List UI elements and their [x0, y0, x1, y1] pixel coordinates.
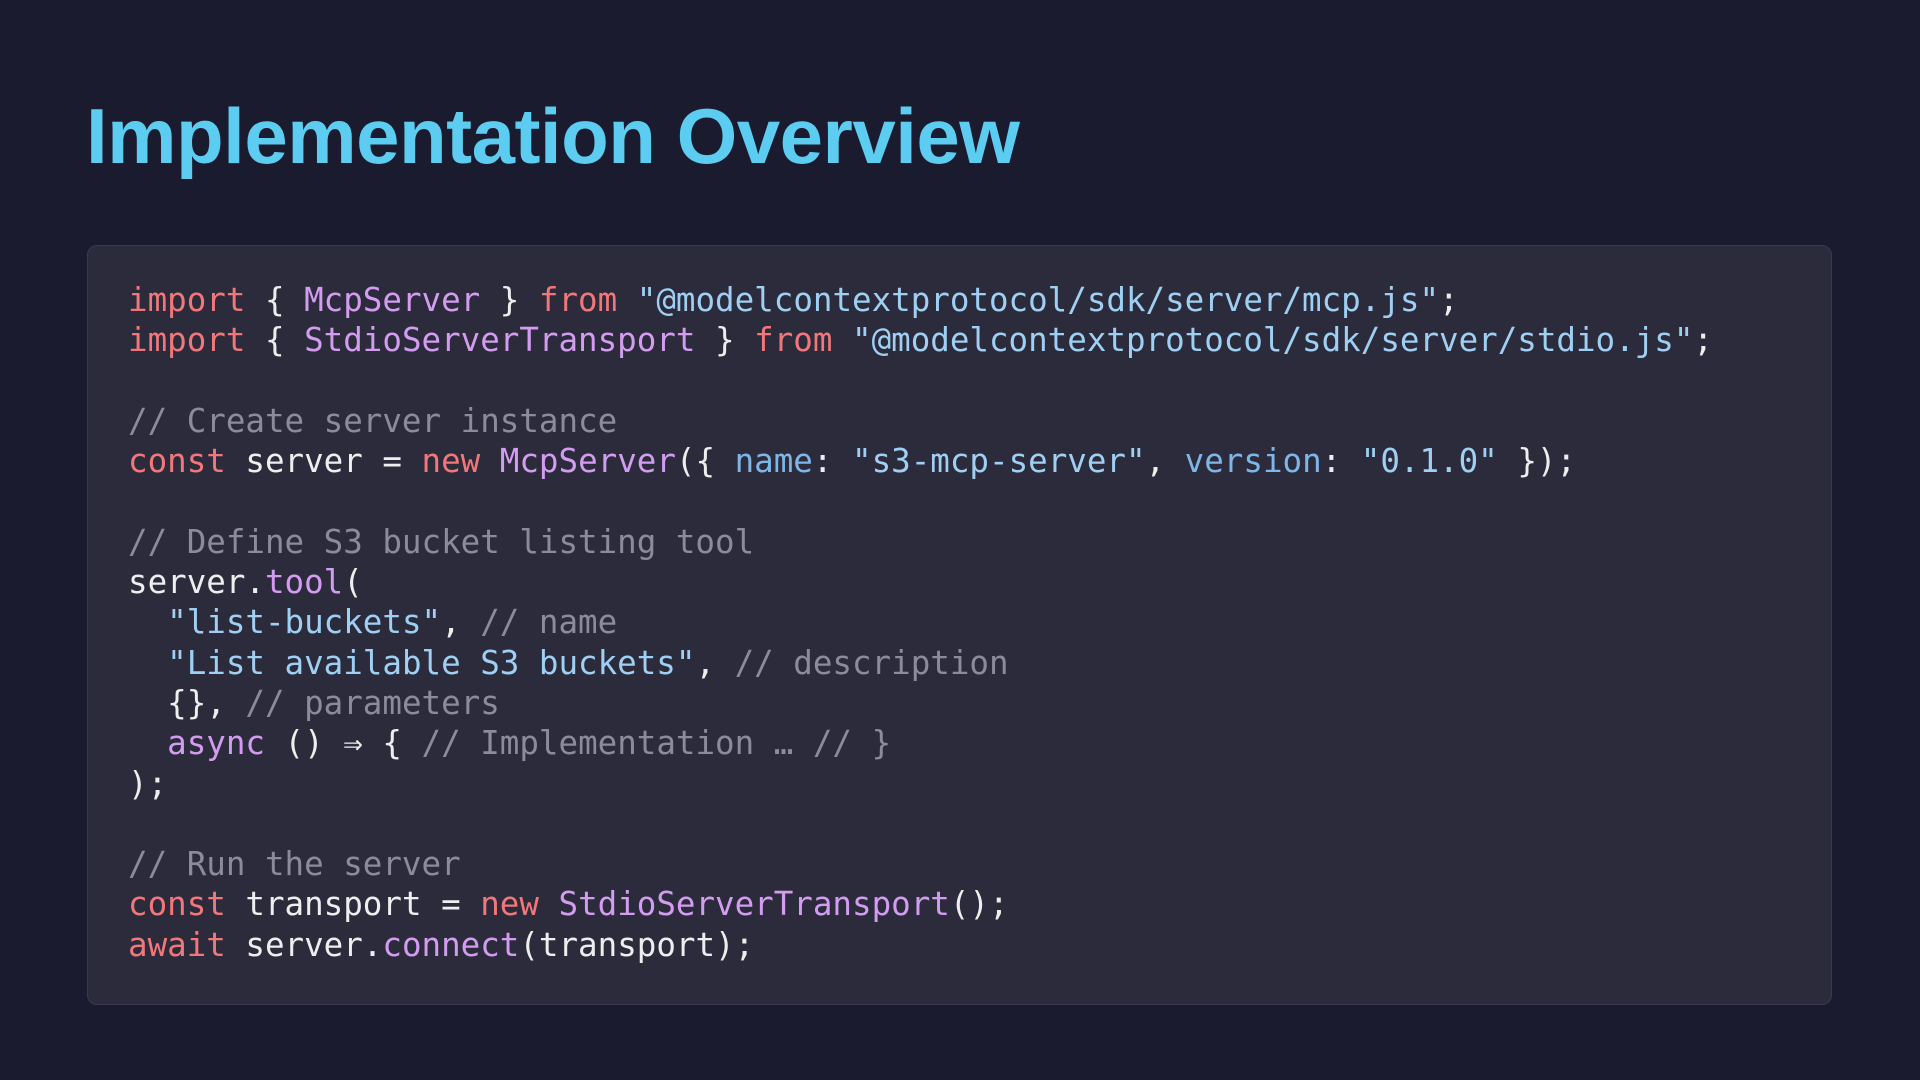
code-token-fn: StdioServerTransport	[304, 321, 696, 360]
code-token-cm: // Implementation … // }	[421, 724, 892, 763]
code-line: // Create server instance	[128, 401, 1713, 441]
code-token-kw: await	[128, 925, 226, 964]
code-token-pl: {	[245, 321, 305, 360]
code-token-cm: // parameters	[245, 683, 500, 722]
code-token-kw: from	[538, 281, 618, 319]
code-token-pl: }	[695, 321, 755, 360]
code-token-kw: const	[128, 885, 226, 924]
slide-title: Implementation Overview	[86, 92, 1020, 180]
code-token-pl: () ⇒ {	[264, 724, 422, 763]
code-token-pl: ,	[695, 643, 735, 682]
code-line: ​	[128, 804, 1713, 844]
code-token-cm: // Run the server	[128, 845, 461, 884]
code-token-pl: );	[128, 764, 168, 803]
code-token-pl: server =	[225, 442, 422, 481]
code-line: await server.connect(transport);	[128, 925, 1713, 965]
code-token-pl: {},	[128, 683, 246, 722]
code-line: const server = new McpServer({ name: "s3…	[128, 441, 1713, 481]
code-token-str: "0.1.0"	[1360, 442, 1498, 481]
code-token-pl: :	[812, 442, 853, 481]
code-line: ​	[128, 361, 1713, 401]
code-token-kw: from	[754, 321, 833, 360]
code-line: import { StdioServerTransport } from "@m…	[128, 320, 1713, 360]
code-token-pl: server.	[128, 563, 265, 602]
code-token-fn: McpServer	[499, 442, 676, 481]
code-token-prop: version	[1184, 442, 1322, 481]
code-token-str: "s3-mcp-server"	[852, 442, 1146, 481]
code-line: import { McpServer } from "@modelcontext…	[128, 280, 1713, 320]
code-line: "list-buckets", // name	[128, 602, 1713, 642]
code-token-pl: ({	[675, 442, 735, 481]
code-line: ​	[128, 481, 1713, 521]
code-line: server.tool(	[128, 562, 1713, 602]
code-token-fn: connect	[382, 925, 520, 964]
code-line: "List available S3 buckets", // descript…	[128, 643, 1713, 683]
code-token-prop: name	[734, 442, 813, 481]
code-line: const transport = new StdioServerTranspo…	[128, 884, 1713, 924]
code-token-kw: import	[128, 281, 246, 319]
code-block: import { McpServer } from "@modelcontext…	[87, 245, 1832, 1005]
code-token-pl: server.	[225, 925, 383, 964]
code-token-fn: StdioServerTransport	[558, 885, 950, 924]
code-token-pl: ,	[1145, 442, 1185, 481]
code-token-pl: (transport);	[519, 925, 755, 964]
code-token-pl: ;	[1693, 321, 1713, 360]
code-token-pl: :	[1321, 442, 1361, 481]
code-token-kw: const	[128, 442, 226, 481]
code-token-cm: // Create server instance	[128, 401, 618, 440]
slide: Implementation Overview import { McpServ…	[0, 0, 1920, 1080]
code-token-pl: transport =	[225, 885, 481, 924]
code-line: // Define S3 bucket listing tool	[128, 522, 1713, 562]
code-token-pl: }	[480, 281, 539, 319]
code-token-str: "List available S3 buckets"	[167, 643, 696, 682]
code-line: );	[128, 764, 1713, 804]
code-token-str: "list-buckets"	[167, 603, 442, 642]
code-token-kw: new	[480, 885, 539, 924]
code-token-str: "@modelcontextprotocol/sdk/server/mcp.js…	[636, 281, 1440, 319]
code-token-fn: tool	[264, 563, 344, 602]
code-line: // Run the server	[128, 844, 1713, 884]
code-token-kw: new	[421, 442, 481, 481]
code-content: import { McpServer } from "@modelcontext…	[128, 280, 1713, 965]
code-token-pl: ();	[949, 885, 1009, 924]
code-token-fn: McpServer	[304, 281, 481, 319]
code-token-str: "@modelcontextprotocol/sdk/server/stdio.…	[852, 321, 1694, 360]
code-line: {}, // parameters	[128, 683, 1713, 723]
code-line: async () ⇒ { // Implementation … // }	[128, 723, 1713, 763]
code-token-cm: // name	[480, 603, 618, 642]
code-token-pl: (	[343, 563, 363, 602]
code-token-pl: {	[245, 281, 305, 319]
code-token-pl: ,	[441, 603, 481, 642]
code-token-cm: // Define S3 bucket listing tool	[128, 522, 755, 561]
code-token-pl: ;	[1439, 281, 1459, 319]
code-token-pl: });	[1497, 442, 1577, 481]
code-token-kw: import	[128, 321, 246, 360]
code-token-fn: async	[167, 724, 265, 763]
code-token-cm: // description	[734, 643, 1009, 682]
